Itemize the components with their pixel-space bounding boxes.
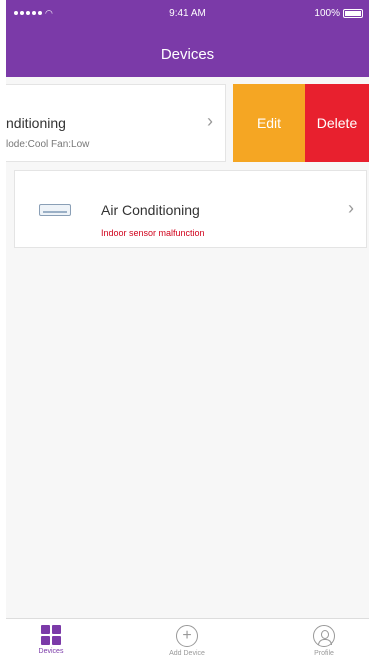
tab-add-device[interactable]: + Add Device <box>142 625 232 657</box>
device-card[interactable]: nditioning lode:Cool Fan:Low › <box>6 84 226 162</box>
swiped-device-row[interactable]: nditioning lode:Cool Fan:Low › Edit Dele… <box>6 84 369 162</box>
device-name: nditioning <box>6 115 66 131</box>
tab-devices[interactable]: Devices <box>6 625 96 655</box>
battery-icon <box>343 9 363 18</box>
phone-screen: ◠ 9:41 AM 100% Devices nditioning lode:C… <box>6 0 369 659</box>
tab-label: Devices <box>38 648 64 655</box>
battery-indicator: 100% <box>314 8 363 19</box>
device-status: lode:Cool Fan:Low <box>6 139 90 150</box>
header-bar: ◠ 9:41 AM 100% Devices <box>6 0 369 77</box>
grid-icon <box>41 625 61 645</box>
page-title: Devices <box>160 46 215 63</box>
tab-label: Profile <box>314 650 334 657</box>
tab-bar: Devices + Add Device Profile <box>6 618 369 659</box>
device-error: Indoor sensor malfunction <box>101 228 205 238</box>
delete-button[interactable]: Delete <box>305 84 369 162</box>
device-row[interactable]: Air Conditioning Indoor sensor malfuncti… <box>14 170 367 248</box>
tab-profile[interactable]: Profile <box>279 625 369 657</box>
tab-label: Add Device <box>169 650 205 657</box>
status-bar: ◠ 9:41 AM 100% <box>6 8 369 24</box>
edit-button[interactable]: Edit <box>233 84 305 162</box>
profile-icon <box>313 625 335 647</box>
device-name: Air Conditioning <box>101 202 200 218</box>
chevron-right-icon: › <box>207 111 213 131</box>
plus-circle-icon: + <box>176 625 198 647</box>
chevron-right-icon: › <box>348 198 354 218</box>
air-conditioner-icon <box>39 204 71 216</box>
battery-percent: 100% <box>314 8 340 19</box>
